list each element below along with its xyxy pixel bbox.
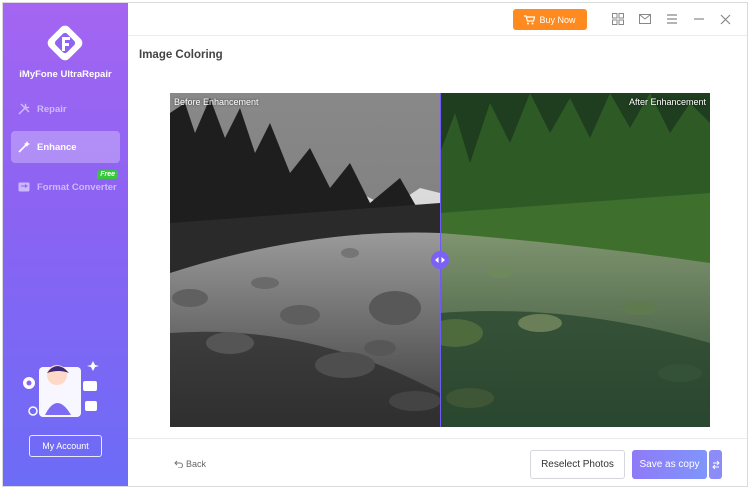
sidebar-item-label: Repair: [37, 103, 67, 115]
back-arrow-icon: [174, 460, 183, 468]
menu-icon[interactable]: [665, 12, 679, 26]
reselect-photos-button[interactable]: Reselect Photos: [530, 450, 625, 479]
sidebar-item-label: Format Converter: [37, 181, 117, 193]
repair-tools-icon: [17, 102, 31, 116]
back-label: Back: [186, 459, 207, 469]
sidebar: iMyFone UltraRepair Repair Enhance Forma…: [3, 3, 128, 486]
app-name: iMyFone UltraRepair: [19, 69, 112, 80]
back-button[interactable]: Back: [174, 459, 206, 469]
sidebar-item-enhance[interactable]: Enhance: [11, 131, 120, 163]
sidebar-item-format-converter[interactable]: Format Converter Free: [11, 170, 120, 203]
after-label: After Enhancement: [628, 97, 706, 107]
slider-arrows-icon: [435, 257, 445, 263]
save-options-button[interactable]: [709, 450, 722, 479]
format-converter-icon: [17, 180, 31, 194]
mail-icon[interactable]: [638, 12, 652, 26]
magic-wand-icon: [17, 140, 31, 154]
free-badge: Free: [97, 170, 118, 179]
my-account-button[interactable]: My Account: [29, 435, 102, 457]
buy-now-button[interactable]: Buy Now: [513, 9, 587, 30]
grid-icon[interactable]: [611, 12, 625, 26]
save-as-copy-button[interactable]: Save as copy: [632, 450, 707, 479]
top-bar: Buy Now: [128, 3, 747, 36]
app-window: iMyFone UltraRepair Repair Enhance Forma…: [2, 2, 748, 487]
before-label: Before Enhancement: [174, 97, 259, 107]
sidebar-item-repair[interactable]: Repair: [11, 93, 120, 125]
app-logo-icon: [47, 25, 83, 61]
support-illustration-icon: [23, 361, 99, 417]
cart-icon: [524, 14, 536, 24]
image-comparison-viewer[interactable]: Before Enhancement After Enhancement: [170, 93, 710, 427]
sidebar-item-label: Enhance: [37, 141, 77, 153]
close-icon[interactable]: [718, 12, 732, 26]
comparison-slider-handle[interactable]: [431, 251, 449, 269]
bottom-bar: Back Reselect Photos Save as copy: [128, 438, 747, 486]
buy-now-label: Buy Now: [539, 14, 576, 25]
minimize-icon[interactable]: [692, 12, 706, 26]
swap-arrows-icon: [711, 460, 720, 469]
page-title: Image Coloring: [139, 49, 223, 61]
